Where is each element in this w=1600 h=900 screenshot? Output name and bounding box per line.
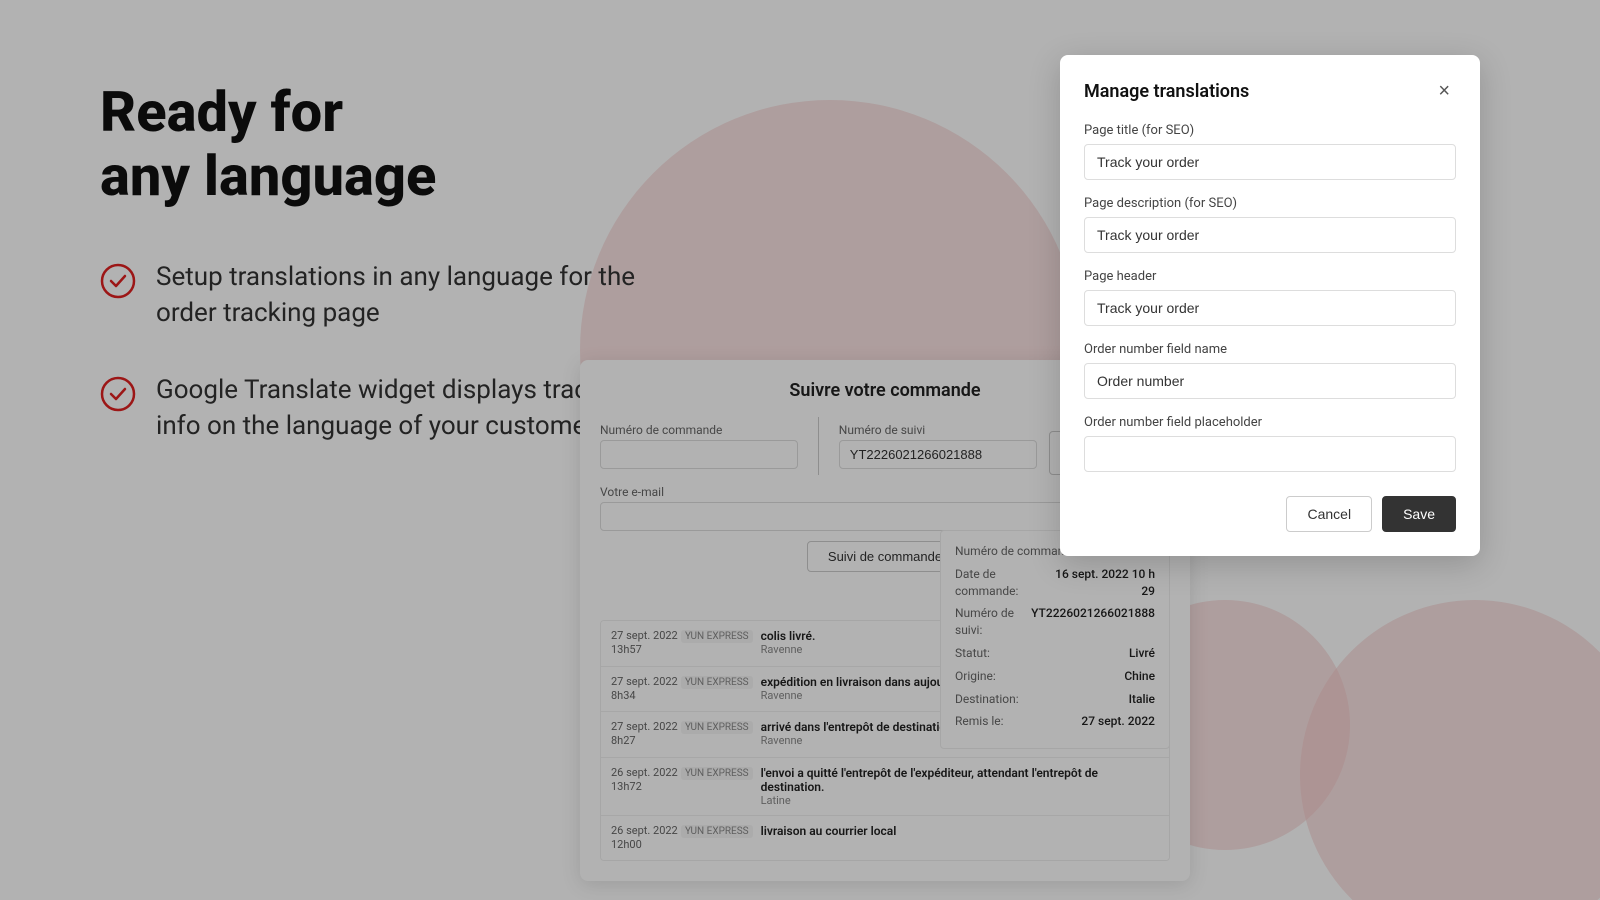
- order-number-field-name-input[interactable]: [1084, 363, 1456, 399]
- page-title-seo-input[interactable]: [1084, 144, 1456, 180]
- modal-header: Manage translations ×: [1084, 79, 1456, 103]
- modal-footer: Cancel Save: [1084, 496, 1456, 532]
- modal-close-button[interactable]: ×: [1432, 79, 1456, 103]
- page-header-label: Page header: [1084, 269, 1456, 284]
- save-button[interactable]: Save: [1382, 496, 1456, 532]
- page-header-group: Page header: [1084, 269, 1456, 326]
- order-number-placeholder-input[interactable]: [1084, 436, 1456, 472]
- page-description-seo-label: Page description (for SEO): [1084, 196, 1456, 211]
- order-number-field-name-label: Order number field name: [1084, 342, 1456, 357]
- page-description-seo-input[interactable]: [1084, 217, 1456, 253]
- manage-translations-modal: Manage translations × Page title (for SE…: [1060, 55, 1480, 556]
- cancel-button[interactable]: Cancel: [1286, 496, 1372, 532]
- page-header-input[interactable]: [1084, 290, 1456, 326]
- page-title-seo-group: Page title (for SEO): [1084, 123, 1456, 180]
- modal-title: Manage translations: [1084, 81, 1249, 102]
- page-title-seo-label: Page title (for SEO): [1084, 123, 1456, 138]
- page-description-seo-group: Page description (for SEO): [1084, 196, 1456, 253]
- order-number-placeholder-label: Order number field placeholder: [1084, 415, 1456, 430]
- order-number-field-name-group: Order number field name: [1084, 342, 1456, 399]
- order-number-placeholder-group: Order number field placeholder: [1084, 415, 1456, 472]
